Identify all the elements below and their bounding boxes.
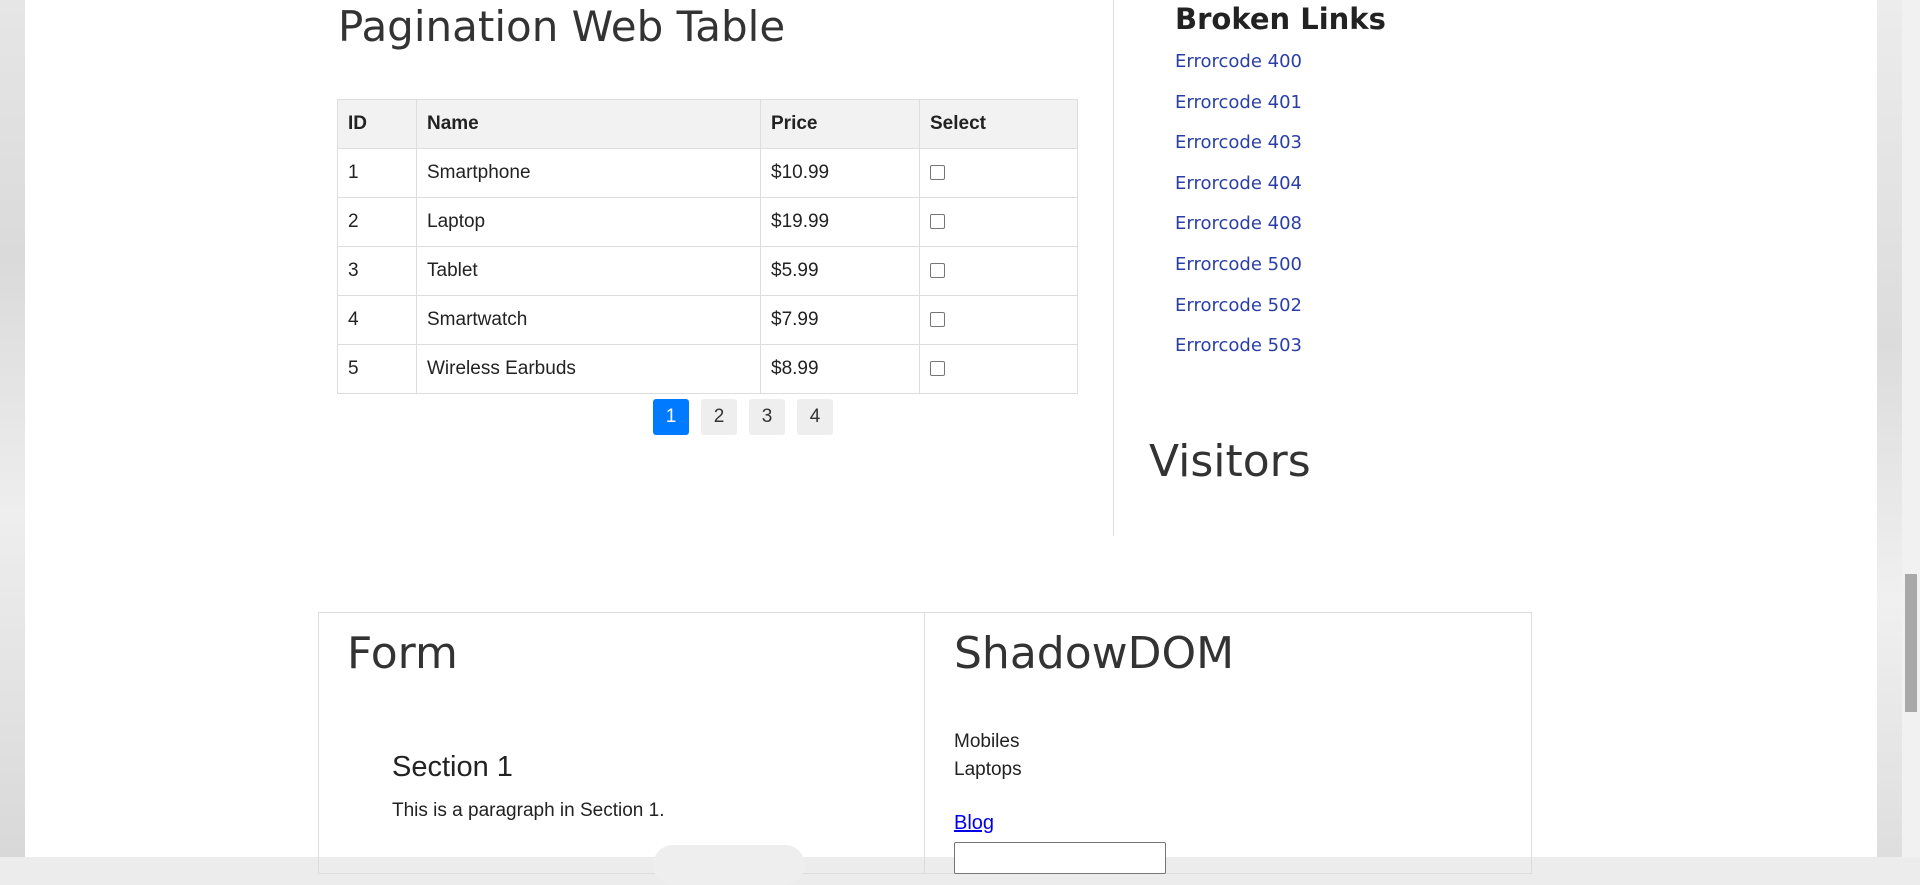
broken-link-404[interactable]: Errorcode 404: [1175, 172, 1302, 213]
column-divider: [1113, 0, 1114, 536]
page-button-1[interactable]: 1: [653, 399, 689, 435]
page-button-2[interactable]: 2: [701, 399, 737, 435]
cell-price: $5.99: [760, 246, 920, 296]
select-checkbox[interactable]: [930, 165, 945, 181]
form-button[interactable]: [653, 845, 805, 885]
section-paragraph: This is a paragraph in Section 1.: [392, 800, 665, 821]
shadowdom-input[interactable]: [954, 842, 1166, 874]
cell-id: 4: [337, 295, 417, 345]
broken-link-400[interactable]: Errorcode 400: [1175, 50, 1302, 91]
shadowdom-list: Mobiles Laptops: [954, 728, 1022, 784]
column-header-name: Name: [416, 99, 761, 149]
vertical-scrollbar[interactable]: [1902, 0, 1920, 857]
cell-select: [919, 295, 1078, 345]
shadowdom-title: ShadowDOM: [954, 628, 1235, 679]
broken-link-408[interactable]: Errorcode 408: [1175, 212, 1302, 253]
page-content: Pagination Web Table ID Name Price Selec…: [0, 0, 1902, 885]
column-header-id: ID: [337, 99, 417, 149]
select-checkbox[interactable]: [930, 263, 945, 279]
cell-select: [919, 246, 1078, 296]
table-row: 1 Smartphone $10.99: [337, 148, 1078, 198]
table-row: 2 Laptop $19.99: [337, 197, 1078, 247]
column-header-price: Price: [760, 99, 920, 149]
table-row: 3 Tablet $5.99: [337, 246, 1078, 296]
column-header-select: Select: [919, 99, 1078, 149]
cell-name: Wireless Earbuds: [416, 344, 761, 394]
blog-link[interactable]: Blog: [954, 812, 994, 835]
table-header-row: ID Name Price Select: [337, 99, 1078, 149]
cell-select: [919, 344, 1078, 394]
broken-link-403[interactable]: Errorcode 403: [1175, 131, 1302, 172]
cell-id: 1: [337, 148, 417, 198]
table-row: 4 Smartwatch $7.99: [337, 295, 1078, 345]
cell-id: 2: [337, 197, 417, 247]
shadowdom-item-mobiles: Mobiles: [954, 731, 1020, 752]
select-checkbox[interactable]: [930, 312, 945, 328]
pagination-table-title: Pagination Web Table: [338, 2, 786, 51]
form-title: Form: [347, 628, 458, 679]
table-row: 5 Wireless Earbuds $8.99: [337, 344, 1078, 394]
broken-link-503[interactable]: Errorcode 503: [1175, 334, 1302, 375]
scrollbar-thumb[interactable]: [1905, 574, 1917, 712]
cell-name: Tablet: [416, 246, 761, 296]
page-button-3[interactable]: 3: [749, 399, 785, 435]
cell-name: Smartwatch: [416, 295, 761, 345]
cell-price: $19.99: [760, 197, 920, 247]
broken-links-title: Broken Links: [1175, 2, 1386, 36]
cell-id: 3: [337, 246, 417, 296]
shadowdom-item-laptops: Laptops: [954, 759, 1022, 780]
select-checkbox[interactable]: [930, 214, 945, 230]
visitors-title: Visitors: [1149, 436, 1311, 487]
broken-link-401[interactable]: Errorcode 401: [1175, 91, 1302, 132]
page-button-4[interactable]: 4: [797, 399, 833, 435]
cell-name: Smartphone: [416, 148, 761, 198]
select-checkbox[interactable]: [930, 361, 945, 377]
cell-price: $7.99: [760, 295, 920, 345]
cell-name: Laptop: [416, 197, 761, 247]
broken-link-500[interactable]: Errorcode 500: [1175, 253, 1302, 294]
broken-links-list: Errorcode 400 Errorcode 401 Errorcode 40…: [1175, 50, 1302, 375]
cell-price: $10.99: [760, 148, 920, 198]
section-title: Section 1: [392, 751, 513, 783]
cell-select: [919, 197, 1078, 247]
cell-id: 5: [337, 344, 417, 394]
cell-price: $8.99: [760, 344, 920, 394]
cell-select: [919, 148, 1078, 198]
broken-link-502[interactable]: Errorcode 502: [1175, 294, 1302, 335]
pagination-table: ID Name Price Select 1 Smartphone $10.99…: [337, 99, 1078, 394]
